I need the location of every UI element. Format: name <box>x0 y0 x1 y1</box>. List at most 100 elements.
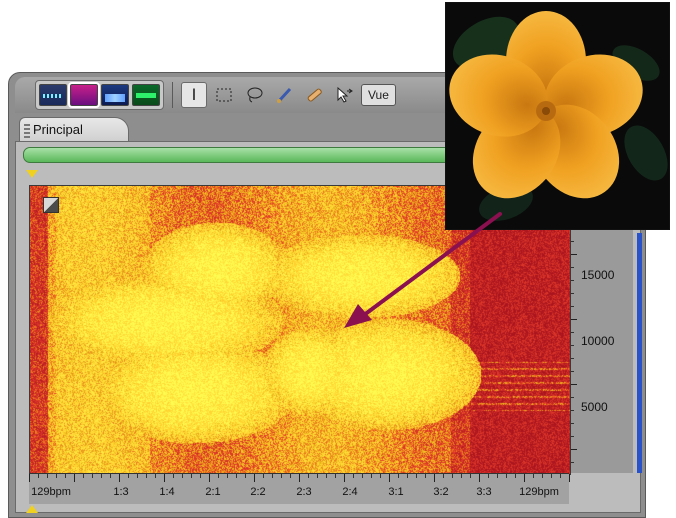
time-label: 3:1 <box>388 486 404 498</box>
lasso-selection-icon <box>247 87 263 103</box>
time-ruler-tick <box>128 474 129 478</box>
frequency-ruler-tick <box>571 423 574 424</box>
time-label: 3:2 <box>433 486 449 498</box>
time-ruler-tick <box>38 474 39 478</box>
time-ruler-tick <box>470 474 471 478</box>
time-ruler-tick <box>326 474 327 478</box>
frequency-ruler-tick <box>571 410 574 411</box>
time-ruler-tick <box>380 474 381 478</box>
time-selection-icon: Ⅰ <box>191 87 197 104</box>
view-select[interactable]: Vue <box>361 84 396 106</box>
time-label: 2:2 <box>250 486 266 498</box>
time-ruler-tick <box>425 474 426 478</box>
time-label: 2:3 <box>296 486 312 498</box>
time-ruler-tick <box>479 474 480 482</box>
time-ruler-tick <box>236 474 237 478</box>
time-ruler-tick <box>362 474 363 478</box>
time-selection-tool[interactable]: Ⅰ <box>181 82 207 108</box>
time-ruler-tick <box>515 474 516 478</box>
time-ruler: 129bpm 1:3 1:4 2:1 2:2 2:3 2:4 3:1 3:2 3… <box>29 473 570 504</box>
time-ruler-tick <box>101 474 102 478</box>
time-label: 129bpm <box>31 486 71 498</box>
scrollbar-edge[interactable] <box>637 233 642 473</box>
flower-photo <box>445 2 670 230</box>
frequency-ruler-tick <box>571 332 574 333</box>
waveform-view-button[interactable] <box>39 84 67 106</box>
time-ruler-tick <box>560 474 561 478</box>
time-ruler-tick <box>308 474 309 478</box>
time-ruler-tick <box>146 474 147 478</box>
spot-healing-icon <box>307 88 322 102</box>
time-ruler-tick <box>542 474 543 478</box>
time-ruler-tick <box>65 474 66 478</box>
frequency-label: 5000 <box>581 400 608 414</box>
time-ruler-tick <box>182 474 183 478</box>
time-label: 1:4 <box>159 486 175 498</box>
tab-principal[interactable]: Principal <box>19 117 129 142</box>
zoom-corner-icon[interactable] <box>43 197 59 213</box>
time-ruler-tick <box>299 474 300 482</box>
time-label: 2:4 <box>342 486 358 498</box>
time-ruler-tick <box>29 474 30 482</box>
time-label: 129bpm <box>519 486 559 498</box>
time-ruler-tick <box>137 474 138 478</box>
frequency-ruler-tick <box>571 293 574 294</box>
time-ruler-tick <box>551 474 552 478</box>
view-button-group <box>35 80 164 110</box>
time-ruler-tick <box>443 474 444 478</box>
tab-label: Principal <box>33 122 83 137</box>
frequency-label: 10000 <box>581 334 615 348</box>
move-pointer-icon <box>337 86 353 103</box>
frequency-ruler-tick <box>571 254 577 255</box>
time-ruler-tick <box>353 474 354 478</box>
time-ruler-tick <box>119 474 120 482</box>
toolbar-divider <box>172 82 173 108</box>
playhead-marker-bottom-icon[interactable] <box>26 505 38 513</box>
time-ruler-tick <box>434 474 435 482</box>
time-ruler-tick <box>245 474 246 478</box>
frequency-ruler-tick <box>571 345 574 346</box>
frequency-ruler-tick <box>571 449 577 450</box>
spot-healing-tool[interactable] <box>301 82 327 108</box>
time-ruler-tick <box>371 474 372 478</box>
time-ruler-tick <box>497 474 498 478</box>
time-ruler-tick <box>344 474 345 482</box>
lasso-selection-tool[interactable] <box>241 82 267 108</box>
time-ruler-tick <box>389 474 390 482</box>
spectral-phase-view-button[interactable] <box>132 84 160 106</box>
spectral-frequency-view-button[interactable] <box>68 82 100 108</box>
time-ruler-tick <box>209 474 210 482</box>
time-ruler-tick <box>452 474 453 478</box>
time-ruler-tick <box>155 474 156 478</box>
time-ruler-tick <box>164 474 165 482</box>
frequency-ruler-tick <box>571 371 574 372</box>
marquee-selection-tool[interactable] <box>211 82 237 108</box>
time-ruler-tick <box>110 474 111 478</box>
time-ruler-tick <box>173 474 174 478</box>
time-label: 2:1 <box>205 486 221 498</box>
time-ruler-tick <box>317 474 318 478</box>
time-ruler-tick <box>524 474 525 482</box>
spectral-pan-view-button[interactable] <box>101 84 129 106</box>
time-label: 1:3 <box>113 486 129 498</box>
time-ruler-tick <box>533 474 534 478</box>
frequency-ruler-tick <box>571 436 574 437</box>
time-ruler-tick <box>227 474 228 478</box>
frequency-ruler-tick <box>571 397 574 398</box>
time-ruler-tick <box>191 474 192 478</box>
time-ruler-tick <box>92 474 93 478</box>
time-ruler-tick <box>416 474 417 478</box>
frequency-ruler-tick <box>571 462 574 463</box>
frequency-ruler-tick <box>571 384 577 385</box>
playhead-marker-top-icon[interactable] <box>26 170 38 178</box>
frequency-ruler-tick <box>571 319 577 320</box>
frequency-label: 15000 <box>581 268 615 282</box>
time-ruler-tick <box>398 474 399 478</box>
time-ruler-tick <box>254 474 255 482</box>
time-ruler-tick <box>200 474 201 478</box>
move-pointer-tool[interactable] <box>331 82 357 108</box>
brush-selection-tool[interactable] <box>271 82 297 108</box>
time-ruler-tick <box>218 474 219 478</box>
time-ruler-tick <box>74 474 75 482</box>
flower-image <box>446 3 669 229</box>
